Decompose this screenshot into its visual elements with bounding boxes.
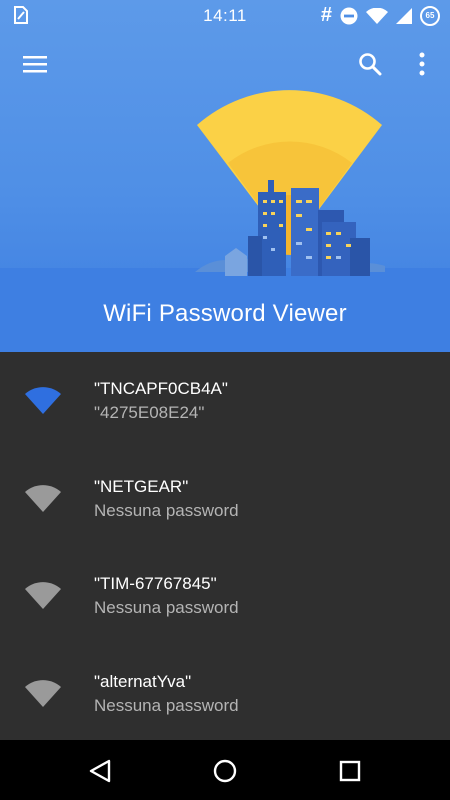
city-skyline xyxy=(225,180,370,276)
wifi-icon xyxy=(25,679,61,707)
recent-apps-square-icon xyxy=(339,760,361,782)
wifi-icon xyxy=(25,582,61,609)
home-circle-icon xyxy=(213,759,237,783)
status-bar: 14:11 # 65 xyxy=(0,0,450,30)
more-vert-icon xyxy=(419,52,425,76)
app-title: WiFi Password Viewer xyxy=(103,300,347,327)
wifi-icon xyxy=(25,484,61,512)
wifi-icon xyxy=(25,387,61,414)
do-not-disturb-icon xyxy=(340,7,358,24)
navigation-bar xyxy=(0,740,450,800)
search-icon xyxy=(359,53,382,76)
battery-level: 65 xyxy=(425,10,435,20)
network-item[interactable]: "TNCAPF0CB4A" "4275E08E24" xyxy=(0,352,450,450)
network-password: Nessuna password xyxy=(94,695,239,715)
hero-banner: WiFi Password Viewer xyxy=(0,0,450,352)
cell-signal-icon xyxy=(396,7,412,24)
network-ssid: "TNCAPF0CB4A" xyxy=(94,379,228,398)
battery-icon: 65 xyxy=(420,5,440,26)
search-button[interactable] xyxy=(348,42,392,86)
overflow-menu-button[interactable] xyxy=(400,42,444,86)
menu-button[interactable] xyxy=(13,42,57,86)
network-password: "4275E08E24" xyxy=(94,403,205,422)
wifi-signal-icon xyxy=(366,7,388,24)
back-triangle-icon xyxy=(89,759,111,783)
network-password: Nessuna password xyxy=(94,598,239,617)
back-button[interactable] xyxy=(78,749,122,793)
network-item[interactable]: "TIM-67767845" Nessuna password xyxy=(0,547,450,645)
network-item[interactable]: "NETGEAR" Nessuna password xyxy=(0,450,450,548)
home-button[interactable] xyxy=(203,749,247,793)
network-ssid: "NETGEAR" xyxy=(94,476,189,496)
hamburger-menu-icon xyxy=(23,56,47,73)
network-password: Nessuna password xyxy=(94,500,239,520)
network-list: "TNCAPF0CB4A" "4275E08E24" "NETGEAR" Nes… xyxy=(0,352,450,740)
network-ssid: "TIM-67767845" xyxy=(94,574,217,593)
network-ssid: "alternatYva" xyxy=(94,671,192,691)
hash-icon: # xyxy=(320,4,332,26)
recent-apps-button[interactable] xyxy=(328,749,372,793)
network-item[interactable]: "alternatYva" Nessuna password xyxy=(0,645,450,743)
